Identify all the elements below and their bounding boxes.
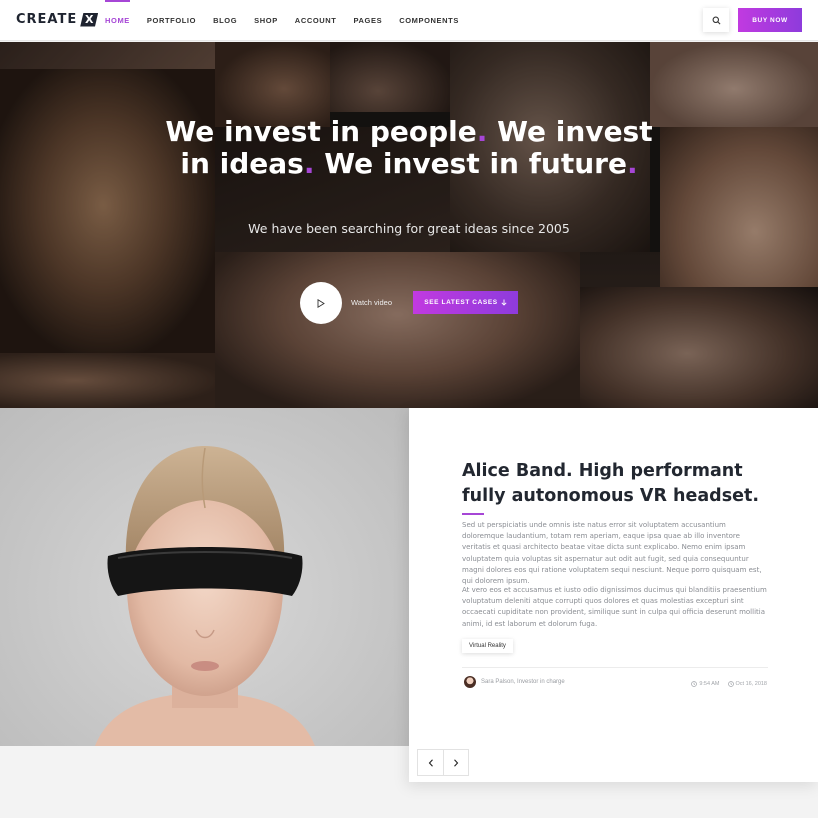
accent-dot: .: [303, 147, 315, 180]
next-button[interactable]: [443, 750, 468, 775]
hero-title: We invest in people. We invest in ideas.…: [160, 116, 658, 180]
search-button[interactable]: [703, 8, 729, 32]
hero-subtitle: We have been searching for great ideas s…: [248, 221, 570, 236]
divider: [462, 667, 768, 668]
logo-mark: X: [80, 12, 99, 27]
site-header: CREATE X HOME PORTFOLIO BLOG SHOP ACCOUN…: [0, 0, 818, 41]
cases-button-label: SEE LATEST CASES: [424, 299, 498, 306]
category-tag[interactable]: Virtual Reality: [462, 639, 513, 653]
accent-dot: .: [626, 147, 638, 180]
avatar[interactable]: [464, 676, 476, 688]
accent-dot: .: [476, 115, 488, 148]
time-text: 9:54 AM: [699, 681, 720, 687]
hero-title-part: We invest in future: [314, 147, 627, 180]
buy-now-button[interactable]: BUY NOW: [738, 8, 802, 32]
author-name[interactable]: Sara Palson, Investor in charge: [481, 679, 565, 685]
play-video-button[interactable]: [300, 282, 342, 324]
play-icon: [317, 298, 325, 308]
date-text: Oct 16, 2018: [735, 681, 768, 687]
product-image: [0, 408, 409, 746]
watch-video-label[interactable]: Watch video: [351, 298, 392, 307]
logo[interactable]: CREATE X: [16, 12, 99, 27]
logo-text: CREATE: [16, 12, 78, 27]
clock-icon: [691, 681, 698, 687]
nav-item-home[interactable]: HOME: [105, 0, 130, 41]
article-paragraph-1: Sed ut perspiciatis unde omnis iste natu…: [462, 521, 762, 586]
see-latest-cases-button[interactable]: SEE LATEST CASES: [413, 291, 518, 314]
article-card: Alice Band. High performant fully autono…: [409, 408, 818, 782]
article-paragraph-2: At vero eos et accusamus et iusto odio d…: [462, 586, 767, 628]
chevron-left-icon: [428, 758, 433, 767]
time-meta: 9:54 AM: [691, 681, 720, 687]
date-meta: Oct 16, 2018: [727, 681, 768, 687]
arrow-down-icon: [501, 299, 507, 306]
title-divider: [462, 513, 484, 515]
chevron-right-icon: [454, 758, 459, 767]
nav-item-portfolio[interactable]: PORTFOLIO: [147, 0, 196, 41]
nav-item-shop[interactable]: SHOP: [254, 0, 278, 41]
nav-item-blog[interactable]: BLOG: [213, 0, 237, 41]
article-title: Alice Band. High performant fully autono…: [462, 461, 760, 506]
nav-item-account[interactable]: ACCOUNT: [295, 0, 337, 41]
slider-controls: [417, 749, 469, 776]
article-meta: 9:54 AM Oct 16, 2018: [691, 681, 767, 687]
hero-title-part: We invest in people: [165, 115, 477, 148]
prev-button[interactable]: [418, 750, 443, 775]
nav-item-components[interactable]: COMPONENTS: [399, 0, 459, 41]
vr-headset-illustration: [95, 446, 315, 746]
hero-section: We invest in people. We invest in ideas.…: [0, 42, 818, 408]
nav-item-pages[interactable]: PAGES: [354, 0, 383, 41]
search-icon: [712, 16, 720, 24]
main-nav: HOME PORTFOLIO BLOG SHOP ACCOUNT PAGES C…: [105, 0, 476, 41]
clock-icon: [727, 681, 734, 687]
